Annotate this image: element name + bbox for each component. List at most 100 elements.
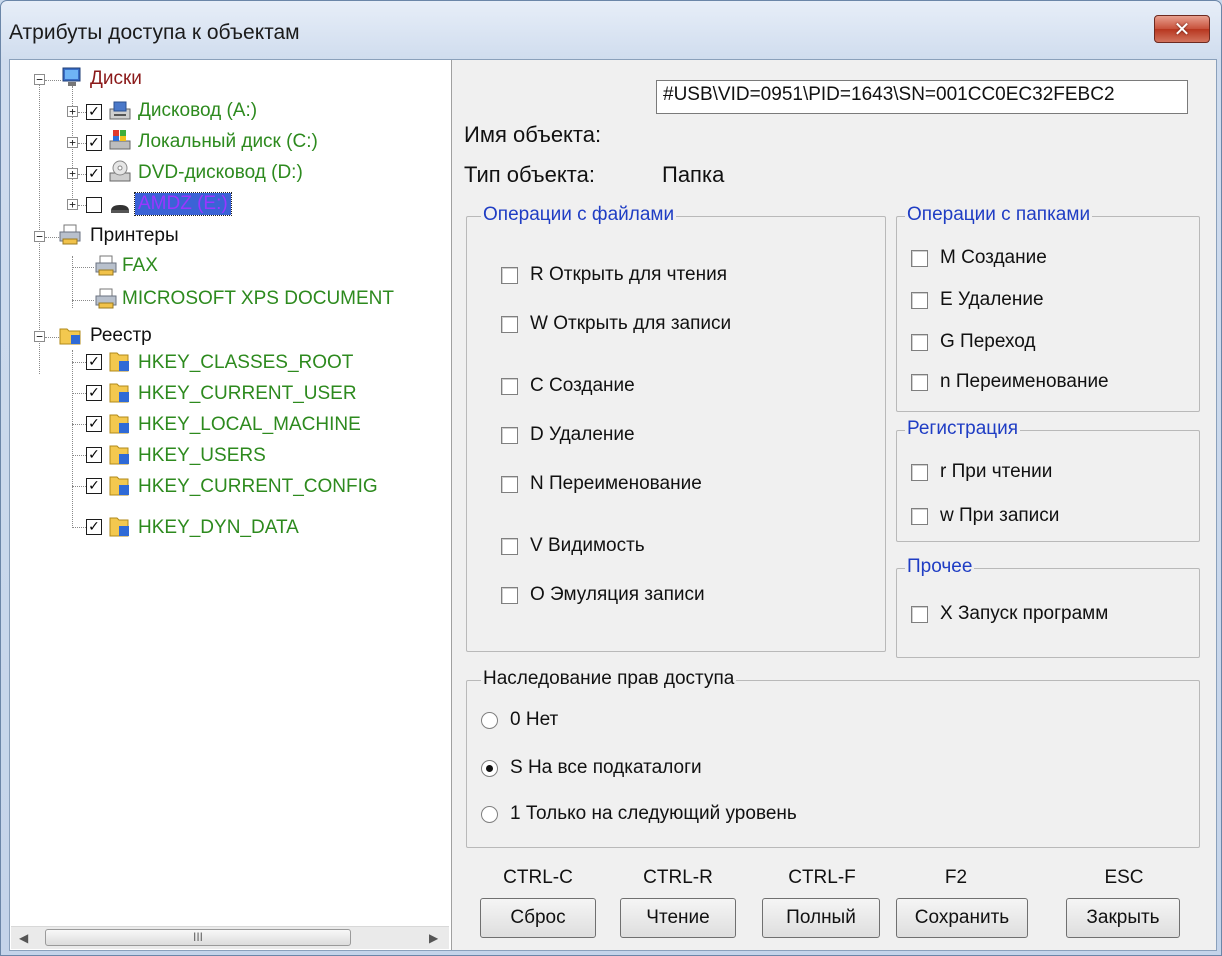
- file-op-create-checkbox[interactable]: C Создание: [501, 375, 635, 397]
- folder-op-create-checkbox[interactable]: M Создание: [911, 247, 1047, 269]
- tree-line: [72, 362, 86, 363]
- read-button[interactable]: Чтение: [620, 898, 736, 938]
- checkbox-box[interactable]: [911, 605, 928, 623]
- read-hotkey: CTRL-R: [643, 867, 713, 888]
- tree-checkbox-disk-a[interactable]: ✓: [86, 104, 102, 120]
- tree-checkbox-hku[interactable]: ✓: [86, 447, 102, 463]
- tree-line: [72, 424, 86, 425]
- save-button[interactable]: Сохранить: [896, 898, 1028, 938]
- folder-op-rename-checkbox[interactable]: n Переименование: [911, 371, 1109, 393]
- tree-printer-xps-label[interactable]: MICROSOFT XPS DOCUMENT: [122, 288, 394, 310]
- file-op-emulation-checkbox[interactable]: O Эмуляция записи: [501, 584, 705, 606]
- checkbox-box[interactable]: [501, 377, 518, 395]
- tree-checkbox-hkdd[interactable]: ✓: [86, 519, 102, 535]
- tree-disk-d-label[interactable]: DVD-дисковод (D:): [138, 162, 303, 184]
- full-hotkey: CTRL-F: [788, 867, 856, 888]
- tree-registry-item-label[interactable]: HKEY_CURRENT_USER: [138, 383, 357, 405]
- registration-group: Регистрация r При чтении w При записи: [896, 418, 1200, 542]
- tree-disk-a-label[interactable]: Дисковод (A:): [138, 100, 257, 122]
- file-op-visibility-checkbox[interactable]: V Видимость: [501, 535, 645, 557]
- checkbox-box[interactable]: [911, 333, 928, 351]
- tree-checkbox-hklm[interactable]: ✓: [86, 416, 102, 432]
- inheritance-none-radio[interactable]: 0 Нет: [481, 709, 558, 731]
- printer-icon: [59, 224, 81, 245]
- other-run-programs-checkbox[interactable]: X Запуск программ: [911, 603, 1108, 625]
- tree-registry-item-label[interactable]: HKEY_LOCAL_MACHINE: [138, 414, 361, 436]
- scroll-right-icon[interactable]: ▶: [429, 931, 438, 945]
- checkbox-box[interactable]: [501, 315, 518, 333]
- registration-write-label: w При записи: [940, 505, 1060, 526]
- tree-checkbox-disk-c[interactable]: ✓: [86, 135, 102, 151]
- tree-registry-item-label[interactable]: HKEY_CLASSES_ROOT: [138, 352, 353, 374]
- tree-line: [72, 267, 94, 268]
- close-dialog-button[interactable]: Закрыть: [1066, 898, 1180, 938]
- folder-op-delete-checkbox[interactable]: E Удаление: [911, 289, 1044, 311]
- radio-circle[interactable]: [481, 711, 498, 729]
- checkbox-box[interactable]: [501, 537, 518, 555]
- checkbox-box[interactable]: [911, 373, 928, 391]
- collapse-icon[interactable]: −: [34, 231, 45, 242]
- file-op-delete-label: D Удаление: [530, 424, 635, 445]
- registration-write-checkbox[interactable]: w При записи: [911, 505, 1059, 527]
- scroll-thumb[interactable]: III: [45, 929, 351, 946]
- tree-registry-item-label[interactable]: HKEY_CURRENT_CONFIG: [138, 476, 378, 498]
- file-op-read-checkbox[interactable]: R Открыть для чтения: [501, 264, 727, 286]
- title-bar[interactable]: Атрибуты доступа к объектам ✕: [1, 1, 1221, 59]
- checkbox-box[interactable]: [501, 475, 518, 493]
- checkbox-box[interactable]: [501, 586, 518, 604]
- full-button[interactable]: Полный: [762, 898, 880, 938]
- tree-checkbox-disk-d[interactable]: ✓: [86, 166, 102, 182]
- scroll-grip-icon: III: [192, 930, 203, 944]
- registration-read-checkbox[interactable]: r При чтении: [911, 461, 1052, 483]
- checkbox-box[interactable]: [501, 426, 518, 444]
- close-button[interactable]: ✕: [1154, 15, 1210, 43]
- inheritance-next-level-radio[interactable]: 1 Только на следующий уровень: [481, 803, 797, 825]
- folder-op-navigate-checkbox[interactable]: G Переход: [911, 331, 1036, 353]
- tree-checkbox-hkcu[interactable]: ✓: [86, 385, 102, 401]
- collapse-icon[interactable]: −: [34, 74, 45, 85]
- inheritance-all-subdirs-radio[interactable]: S На все подкаталоги: [481, 757, 702, 779]
- file-op-rename-checkbox[interactable]: N Переименование: [501, 473, 702, 495]
- tree-registry-label[interactable]: Реестр: [90, 325, 152, 347]
- checkbox-box[interactable]: [911, 291, 928, 309]
- object-name-field[interactable]: #USB\VID=0951\PID=1643\SN=001CC0EC32FEBC…: [656, 80, 1188, 114]
- tree-registry-item-label[interactable]: HKEY_DYN_DATA: [138, 517, 299, 539]
- folder-op-navigate-label: G Переход: [940, 331, 1036, 352]
- tree-disk-c-label[interactable]: Локальный диск (C:): [138, 131, 318, 153]
- tree-checkbox-disk-e[interactable]: [86, 197, 102, 213]
- registration-read-label: r При чтении: [940, 461, 1053, 482]
- tree-registry-item-label[interactable]: HKEY_USERS: [138, 445, 266, 467]
- radio-circle[interactable]: [481, 805, 498, 823]
- tree-disk-e-label[interactable]: AMDZ (E:): [134, 192, 232, 216]
- file-op-write-checkbox[interactable]: W Открыть для записи: [501, 313, 731, 335]
- file-op-visibility-label: V Видимость: [530, 535, 645, 556]
- reset-button[interactable]: Сброс: [480, 898, 596, 938]
- file-op-delete-checkbox[interactable]: D Удаление: [501, 424, 635, 446]
- file-op-rename-label: N Переименование: [530, 473, 702, 494]
- tree-checkbox-hkcc[interactable]: ✓: [86, 478, 102, 494]
- tree-line: [72, 486, 86, 487]
- expand-icon[interactable]: +: [67, 106, 78, 117]
- tree-line: [78, 174, 86, 175]
- checkbox-box[interactable]: [911, 249, 928, 267]
- checkbox-box[interactable]: [911, 507, 928, 525]
- expand-icon[interactable]: +: [67, 168, 78, 179]
- object-tree[interactable]: − Диски + ✓ Дисковод (A:) + ✓ Локальный …: [10, 60, 452, 950]
- tree-checkbox-hkcr[interactable]: ✓: [86, 354, 102, 370]
- expand-icon[interactable]: +: [67, 199, 78, 210]
- dvd-drive-icon: [109, 160, 131, 182]
- tree-disks-label[interactable]: Диски: [90, 68, 142, 90]
- file-operations-title: Операции с файлами: [481, 204, 677, 226]
- scroll-left-icon[interactable]: ◀: [19, 931, 28, 945]
- checkbox-box[interactable]: [911, 463, 928, 481]
- inheritance-all-subdirs-label: S На все подкаталоги: [510, 757, 702, 778]
- horizontal-scrollbar[interactable]: ◀ III ▶: [11, 926, 449, 949]
- checkbox-box[interactable]: [501, 266, 518, 284]
- file-op-write-label: W Открыть для записи: [530, 313, 732, 334]
- radio-circle-selected[interactable]: [481, 759, 498, 777]
- collapse-icon[interactable]: −: [34, 331, 45, 342]
- expand-icon[interactable]: +: [67, 137, 78, 148]
- tree-printer-fax-label[interactable]: FAX: [122, 255, 158, 277]
- tree-printers-label[interactable]: Принтеры: [90, 225, 179, 247]
- local-disk-icon: [109, 130, 131, 150]
